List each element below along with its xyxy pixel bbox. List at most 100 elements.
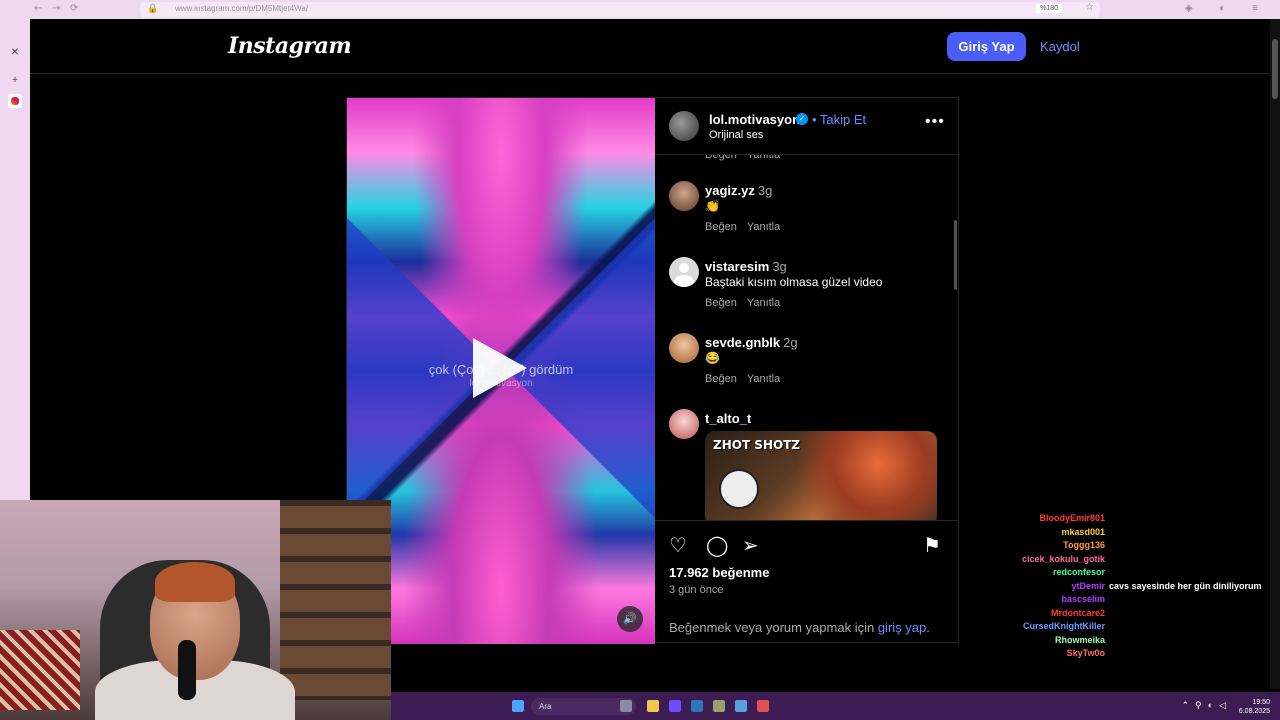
chat-text: cavs sayesinde her gün diniliyorum [1109, 580, 1262, 591]
address-bar[interactable]: 🔒 www.instagram.com/p/DM5Mtjet4Wa/ %180 … [140, 2, 1100, 17]
post-header: lol.motivasyon ✓ • Takip Et Orijinal ses… [655, 98, 959, 155]
bookshelf [280, 500, 391, 700]
comment-text: Baştaki kısım olmasa güzel video [705, 275, 883, 289]
chat-username: Rhowmeika [1054, 634, 1105, 645]
app-icon[interactable] [735, 700, 747, 712]
webcam-overlay [0, 500, 391, 720]
author-avatar[interactable] [669, 111, 699, 141]
tapestry [0, 630, 80, 710]
comments-scrollbar[interactable] [954, 220, 957, 290]
url-text[interactable]: www.instagram.com/p/DM5Mtjet4Wa/ [175, 4, 308, 13]
steam-icon[interactable] [691, 700, 703, 712]
widgets-icon[interactable] [620, 700, 632, 712]
microphone [178, 640, 196, 700]
chat-username: mkasd001 [1061, 526, 1105, 537]
commenter-name[interactable]: sevde.gnblk 2g [705, 335, 798, 350]
commenter-name[interactable]: yagiz.yz 3g [705, 183, 772, 198]
comment-actions: Beğen Yanıtla [705, 297, 781, 309]
chat-username: redconfesor [1052, 567, 1105, 577]
post-details: lol.motivasyon ✓ • Takip Et Orijinal ses… [655, 98, 959, 644]
file-explorer-icon[interactable] [647, 700, 659, 712]
instagram-logo[interactable]: Instagram [228, 33, 352, 59]
chat-message: redconfesor [990, 567, 1280, 580]
post-time[interactable]: 3 gün önce [669, 584, 723, 596]
reply-button[interactable]: Yanıtla [747, 155, 780, 161]
comments-list[interactable]: Beğen Yanıtla yagiz.yz 3g 👏 Beğen Yanıtla v… [655, 155, 959, 520]
author-name[interactable]: lol.motivasyon [709, 112, 800, 127]
login-button[interactable]: Giriş Yap [947, 32, 1026, 61]
more-options-icon[interactable]: ••• [925, 113, 945, 131]
commenter-avatar[interactable] [669, 333, 699, 363]
mute-button[interactable]: 🔊 [617, 606, 643, 632]
forward-icon[interactable]: → [52, 3, 60, 14]
x-icon[interactable]: ✕ [8, 46, 22, 60]
login-link[interactable]: giriş yap [878, 620, 926, 635]
obs-icon[interactable] [757, 700, 769, 712]
follow-button[interactable]: • Takip Et [812, 112, 866, 127]
zoom-badge[interactable]: %180 [1036, 4, 1062, 13]
scroll-thumb[interactable] [1272, 39, 1278, 99]
chat-message: BloodyEmir801 [990, 513, 1280, 526]
browser-actions[interactable]: ◈ ◐ ≡ [1185, 3, 1270, 14]
monkey-logo [719, 469, 759, 509]
chat-message: bascselim [990, 594, 1280, 607]
chat-username: CursedKnightKiller [1022, 621, 1105, 631]
gif-logo-text: ZHOT SHOTZ [713, 438, 801, 452]
chat-username: BloodyEmir801 [1039, 513, 1105, 523]
like-comment-button[interactable]: Beğen [705, 155, 737, 161]
like-count[interactable]: 17.962 beğenme [669, 565, 769, 580]
verified-icon: ✓ [796, 113, 808, 125]
system-tray-icons[interactable]: ⌃⚲◐◁ [1182, 700, 1233, 711]
windows-start-icon[interactable] [512, 700, 524, 712]
back-icon[interactable]: ← [34, 3, 42, 14]
post-footer: ♡ ◯ ➢ ⚑ 17.962 beğenme 3 gün önce Beğenm… [655, 520, 959, 644]
commenter-name[interactable]: t_alto_t [705, 411, 751, 426]
chat-username: ytDemir [1071, 580, 1105, 591]
comment-actions: Beğen Yanıtla [705, 221, 781, 233]
speaker-icon: 🔊 [623, 613, 637, 625]
lock-icon: 🔒 [147, 3, 159, 13]
chat-username: bascselim [1061, 594, 1105, 604]
add-tab-icon[interactable]: + [8, 74, 22, 88]
app-icon[interactable] [713, 700, 725, 712]
chat-message: cicek_kokulu_gotik [990, 554, 1280, 567]
chat-message: Rhowmeika [990, 635, 1280, 648]
chat-message: CursedKnightKiller [990, 621, 1280, 634]
commenter-avatar[interactable] [669, 409, 699, 439]
streamer-hair [155, 562, 235, 602]
audio-label[interactable]: Orijinal ses [709, 129, 763, 141]
comment-item: yagiz.yz 3g 👏 Beğen Yanıtla [655, 181, 959, 257]
comment-icon[interactable]: ◯ [706, 533, 728, 558]
chat-message: SkyTw0o [990, 648, 1280, 661]
comment-actions: Beğen Yanıtla [705, 155, 790, 161]
commenter-avatar[interactable] [669, 181, 699, 211]
clock[interactable]: 19:50 6.08.2025 [1239, 698, 1270, 716]
chat-message: Mrdontcare2 [990, 608, 1280, 621]
chat-username: Toggg136 [1063, 540, 1105, 550]
comment-gif[interactable]: ZHOT SHOTZ [705, 431, 937, 520]
instagram-tab-icon[interactable] [8, 94, 22, 108]
comment-item: sevde.gnblk 2g 😂 Beğen Yanıtla [655, 333, 959, 409]
video-player[interactable]: çok (Çok) ... (... ) gördüm lol.motivasy… [347, 98, 655, 644]
chat-username: SkyTw0o [1066, 648, 1105, 658]
commenter-name[interactable]: vistaresim 3g [705, 259, 787, 274]
browser-icon[interactable] [669, 700, 681, 712]
commenter-avatar[interactable] [669, 257, 699, 287]
comment-text: 👏 [705, 199, 720, 213]
browser-toolbar: ← → ⟳ 🔒 www.instagram.com/p/DM5Mtjet4Wa/… [0, 0, 1280, 19]
bookmark-icon[interactable]: ⚑ [923, 533, 941, 558]
reload-icon[interactable]: ⟳ [70, 3, 78, 14]
signup-link[interactable]: Kaydol [1040, 32, 1080, 61]
heart-icon[interactable]: ♡ [669, 533, 687, 558]
chat-message: Toggg136 [990, 540, 1280, 553]
taskbar: Ara ⌃⚲◐◁ 19:50 6.08.2025 [391, 692, 1280, 720]
comment-item: t_alto_t ZHOT SHOTZ [655, 409, 959, 520]
chat-message: ytDemir cavs sayesinde her gün diniliyoru… [990, 581, 1280, 594]
comment-actions: Beğen Yanıtla [705, 373, 781, 385]
chat-username: Mrdontcare2 [1050, 607, 1105, 618]
bookmark-icon[interactable]: ☆ [1085, 2, 1094, 13]
play-icon[interactable] [473, 338, 527, 398]
chat-message: mkasd001 [990, 527, 1280, 540]
chat-overlay: BloodyEmir801 mkasd001 Toggg136 cicek_kokul… [990, 500, 1280, 685]
share-icon[interactable]: ➢ [742, 533, 759, 558]
